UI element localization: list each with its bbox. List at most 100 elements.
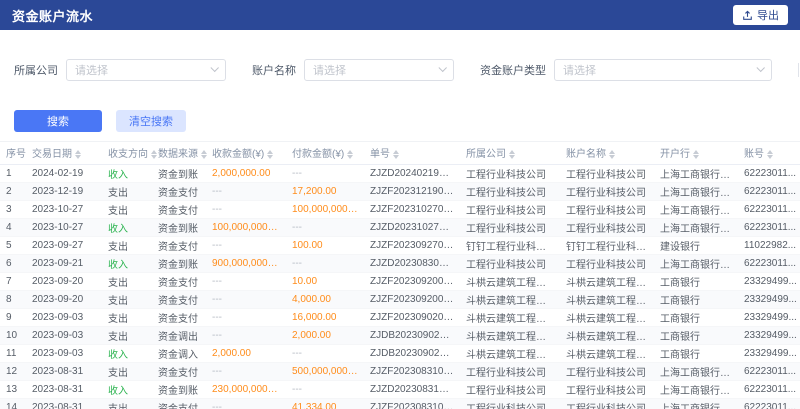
account-name-select[interactable]: 请选择 [304,59,454,81]
cell-bank: 上海工商银行漕河泾支行 [654,164,738,182]
cell-account_no: 62223011... [738,362,800,380]
column-label: 开户行 [660,149,690,160]
cell-date: 2023-09-03 [26,308,102,326]
cell-account_no: 23329499... [738,344,800,362]
results-table-container: 序号交易日期收支方向数据来源收款金额(¥)付款金额(¥) 单号 所属公司账户名称开户… [0,141,800,409]
column-header-payment[interactable]: 付款金额(¥) [286,142,364,164]
cell-company: 斗栱云建筑工程有限公司 [460,308,560,326]
column-header-account_name[interactable]: 账户名称 [560,142,654,164]
cell-payment: 17,200.00 [286,182,364,200]
cell-account_no: 62223011... [738,398,800,409]
cell-payment: --- [286,380,364,398]
company-select-placeholder: 请选择 [75,62,108,78]
column-header-source[interactable]: 数据来源 [152,142,206,164]
cell-account_name: 钉钉工程行业科技测... [560,236,654,254]
results-table: 序号交易日期收支方向数据来源收款金额(¥)付款金额(¥) 单号 所属公司账户名称开户… [0,142,800,409]
cell-account_name: 斗栱云建筑工程有限公司 [560,272,654,290]
column-header-direction[interactable]: 收支方向 [102,142,152,164]
cell-company: 工程行业科技公司 [460,164,560,182]
cell-date: 2023-10-27 [26,200,102,218]
filter-company-label: 所属公司 [14,62,58,78]
cell-index: 1 [0,164,26,182]
column-header-index: 序号 [0,142,26,164]
cell-direction: 支出 [102,326,152,344]
cell-bank: 上海工商银行漕河泾支行 [654,380,738,398]
cell-index: 10 [0,326,26,344]
cell-receipt: --- [206,200,286,218]
cell-direction: 支出 [102,290,152,308]
column-header-account_no[interactable]: 账号 [738,142,800,164]
filter-account-name-label: 账户名称 [252,62,296,78]
column-header-bank[interactable]: 开户行 [654,142,738,164]
cell-direction: 收入 [102,380,152,398]
cell-order_no: ZJZD20230831001 [364,380,460,398]
cell-index: 14 [0,398,26,409]
cell-bank: 上海工商银行漕河泾支行 [654,254,738,272]
clear-search-button[interactable]: 清空搜索 [116,110,186,132]
cell-date: 2023-09-20 [26,290,102,308]
cell-bank: 工商银行 [654,308,738,326]
cell-bank: 上海工商银行漕河泾支行 [654,182,738,200]
cell-source: 资金支付 [152,272,206,290]
cell-account_no: 62223011... [738,218,800,236]
column-header-date[interactable]: 交易日期 [26,142,102,164]
cell-payment: 100.00 [286,236,364,254]
cell-account_no: 23329499... [738,326,800,344]
sort-icon [693,150,699,159]
cell-order_no: ZJZF20230831001 [364,398,460,409]
cell-date: 2023-08-31 [26,362,102,380]
cell-source: 资金调入 [152,344,206,362]
cell-index: 2 [0,182,26,200]
cell-date: 2023-08-31 [26,380,102,398]
cell-account_name: 斗栱云建筑工程有限公司 [560,290,654,308]
cell-index: 7 [0,272,26,290]
cell-direction: 支出 [102,236,152,254]
cell-account_no: 23329499... [738,290,800,308]
table-row: 102023-09-03支出资金调出---2,000.00ZJDB2023090… [0,326,800,344]
cell-payment: 100,000,000.00 [286,200,364,218]
sort-icon [75,150,81,159]
cell-source: 资金支付 [152,200,206,218]
cell-date: 2023-10-27 [26,218,102,236]
column-header-order_no[interactable]: 单号 [364,142,460,164]
search-button[interactable]: 搜索 [14,110,102,132]
cell-receipt: --- [206,398,286,409]
table-row: 112023-09-03收入资金调入2,000.00---ZJDB2023090… [0,344,800,362]
cell-direction: 支出 [102,308,152,326]
chevron-down-icon [756,64,764,72]
cell-order_no: ZJZF20231027001 [364,200,460,218]
cell-account_name: 工程行业科技公司 [560,362,654,380]
sort-icon [509,150,515,159]
cell-index: 13 [0,380,26,398]
sort-icon [347,150,353,159]
cell-account_no: 62223011... [738,200,800,218]
column-header-receipt[interactable]: 收款金额(¥) [206,142,286,164]
cell-date: 2023-09-21 [26,254,102,272]
cell-account_name: 工程行业科技公司 [560,200,654,218]
company-select[interactable]: 请选择 [66,59,226,81]
cell-index: 11 [0,344,26,362]
cell-account_name: 斗栱云建筑工程有限公司 [560,326,654,344]
cell-receipt: --- [206,236,286,254]
cell-bank: 建设银行 [654,236,738,254]
account-type-placeholder: 请选择 [563,62,596,78]
cell-payment: 10.00 [286,272,364,290]
column-label: 收支方向 [108,149,148,160]
column-label: 单号 [370,149,390,160]
table-row: 142023-08-31支出资金支付---41,334.00ZJZF202308… [0,398,800,409]
cell-receipt: --- [206,308,286,326]
cell-bank: 上海工商银行漕河泾支行 [654,200,738,218]
column-label: 数据来源 [158,149,198,160]
cell-direction: 支出 [102,200,152,218]
table-row: 62023-09-21收入资金到账900,000,000.00---ZJZD20… [0,254,800,272]
cell-direction: 支出 [102,182,152,200]
export-button[interactable]: 导出 [733,5,788,25]
cell-date: 2023-09-03 [26,326,102,344]
cell-account_name: 工程行业科技公司 [560,164,654,182]
export-label: 导出 [757,7,779,23]
cell-bank: 工商银行 [654,344,738,362]
cell-receipt: 2,000,000.00 [206,164,286,182]
column-header-company[interactable]: 所属公司 [460,142,560,164]
account-type-select[interactable]: 请选择 [554,59,772,81]
cell-order_no: ZJZF20230920002 [364,272,460,290]
